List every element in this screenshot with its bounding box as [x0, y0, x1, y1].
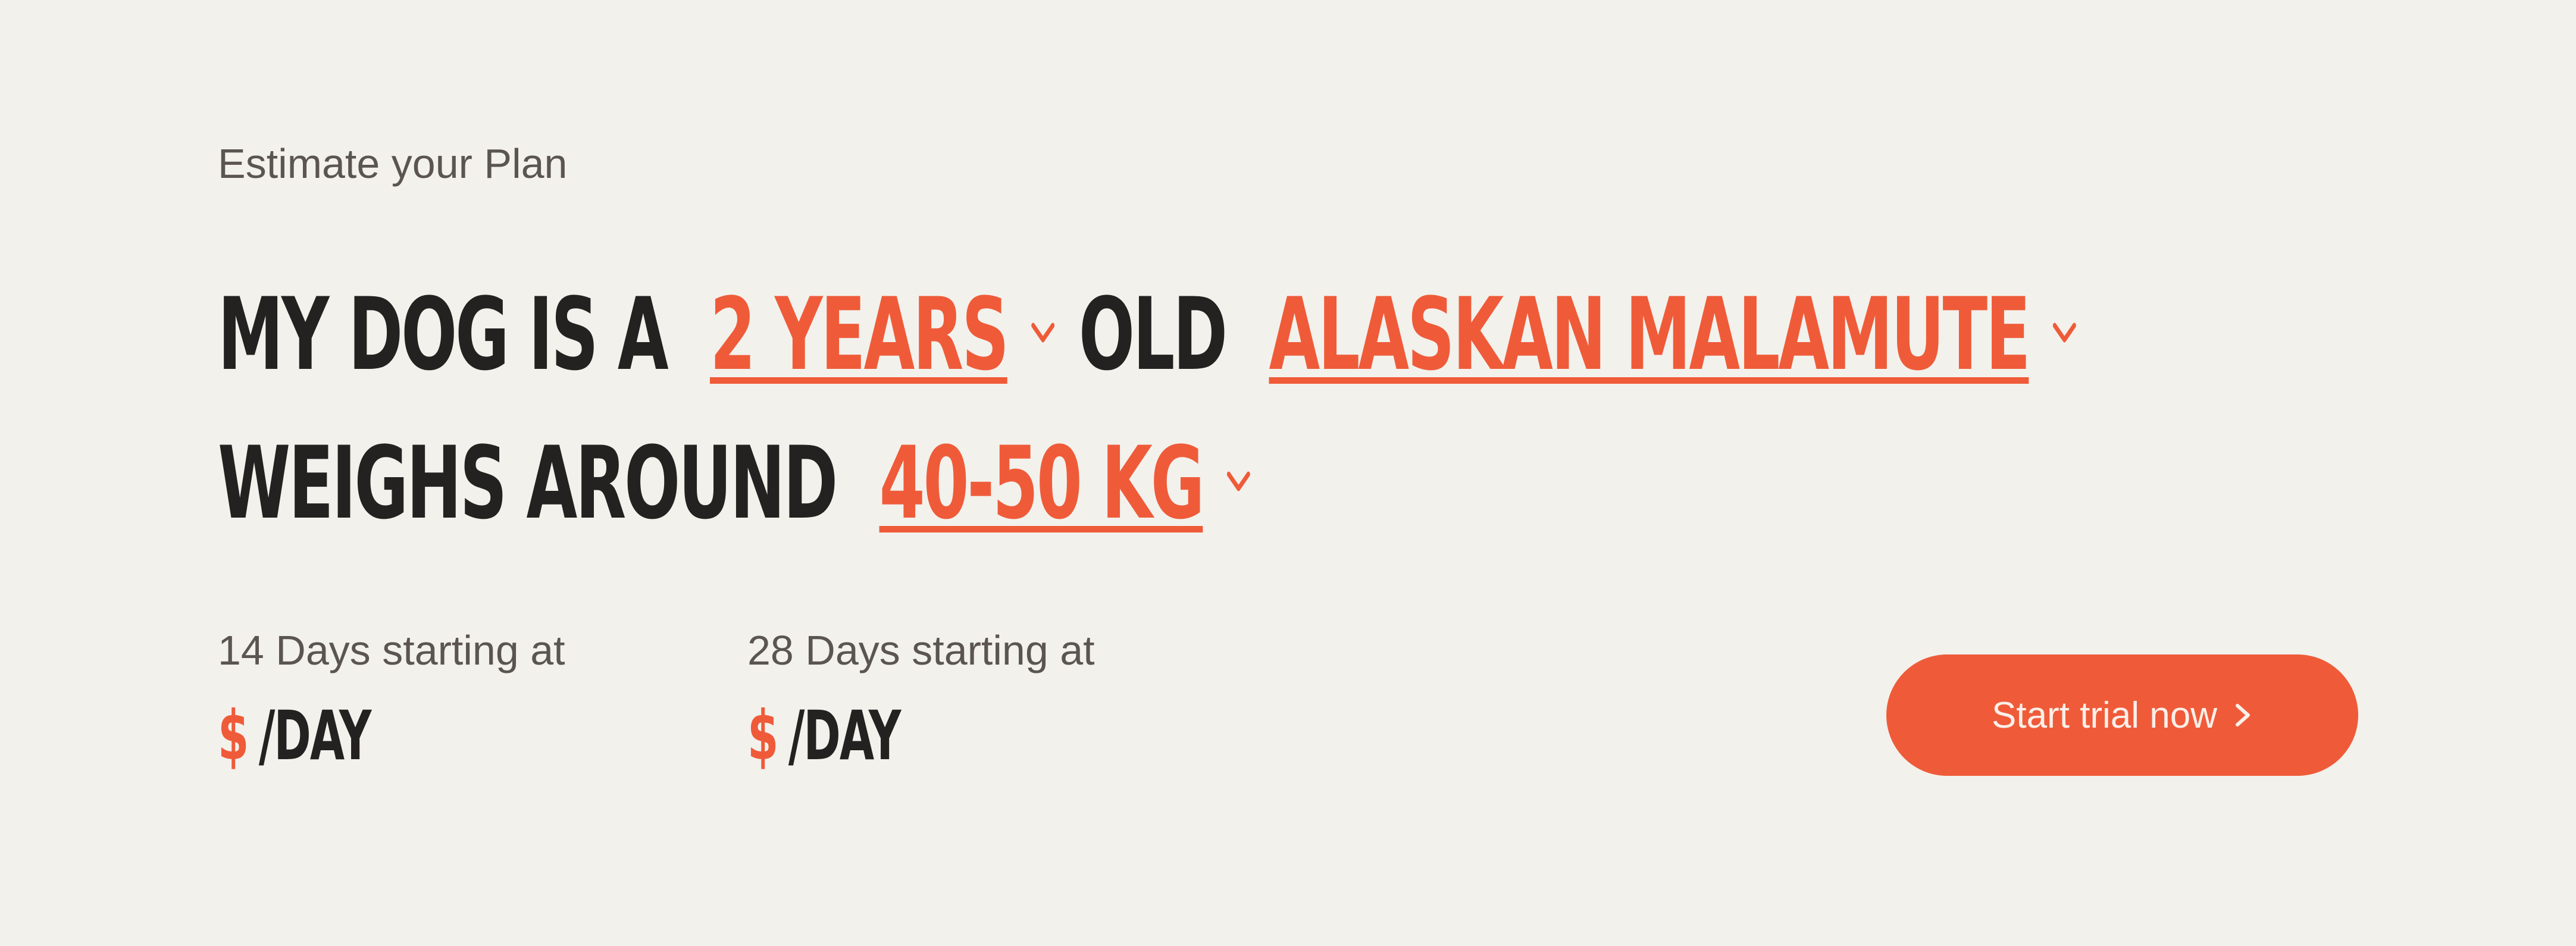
eyebrow-label: Estimate your Plan [218, 140, 568, 187]
price-value: $/DAY [747, 702, 976, 770]
start-trial-button[interactable]: Start trial now [1886, 654, 2358, 776]
price-block-14-days: 14 Days starting at $/DAY [218, 629, 565, 770]
price-label: 28 Days starting at [747, 627, 1095, 674]
price-block-28-days: 28 Days starting at $/DAY [747, 629, 1095, 770]
price-value: $/DAY [218, 702, 447, 770]
price-label: 14 Days starting at [218, 627, 565, 674]
chevron-down-icon[interactable] [1226, 462, 1251, 499]
price-unit: /DAY [788, 696, 902, 775]
age-select[interactable]: 2 YEARS [710, 284, 1009, 384]
price-unit: /DAY [258, 696, 372, 775]
chevron-down-icon[interactable] [2052, 314, 2077, 350]
sentence-prefix: MY DOG IS A [218, 276, 669, 393]
age-suffix: OLD [1078, 276, 1228, 393]
currency-symbol: $ [218, 696, 249, 775]
weight-prefix: WEIGHS AROUND [218, 425, 838, 541]
start-trial-label: Start trial now [1991, 694, 2218, 736]
weight-select[interactable]: 40-50 KG [879, 433, 1205, 533]
sentence-row-2: WEIGHS AROUND 40-50 KG [218, 433, 1274, 533]
breed-select[interactable]: ALASKAN MALAMUTE [1269, 284, 2030, 384]
chevron-down-icon[interactable] [1031, 314, 1055, 350]
chevron-right-icon [2233, 702, 2253, 728]
currency-symbol: $ [747, 696, 778, 775]
sentence-row-1: MY DOG IS A2 YEARS OLD ALASKAN MALAMUTE [218, 284, 2100, 384]
